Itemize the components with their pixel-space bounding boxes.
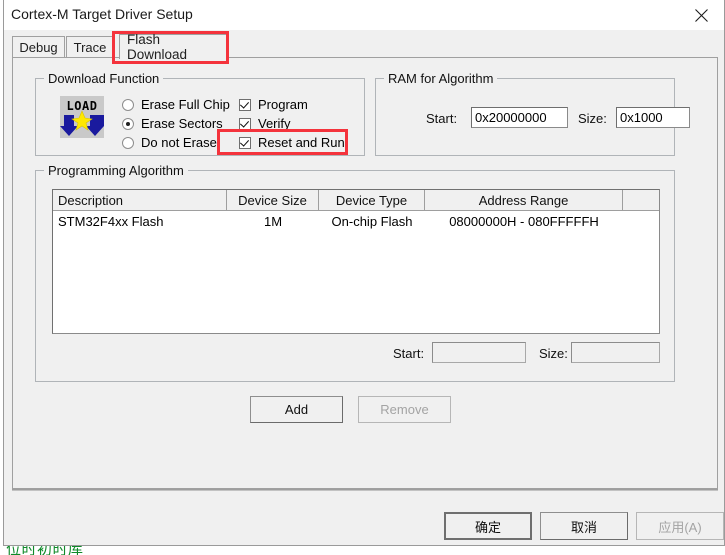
ram-start-input[interactable]: 0x20000000 <box>471 107 568 128</box>
close-icon[interactable] <box>678 0 724 30</box>
footer-divider <box>12 489 718 491</box>
column-header-description[interactable]: Description <box>53 190 227 210</box>
cell-device-type: On-chip Flash <box>331 213 413 229</box>
radio-indicator <box>122 98 134 111</box>
checkbox-program[interactable]: Program <box>239 97 308 112</box>
cell-description: STM32F4xx Flash <box>58 213 164 229</box>
ram-for-algorithm-group: RAM for Algorithm Start: 0x20000000 Size… <box>375 71 690 156</box>
cortex-m-target-driver-setup-dialog: Cortex-M Target Driver Setup Debug Trace… <box>3 0 725 546</box>
algo-size-input[interactable] <box>571 342 660 363</box>
ram-size-label: Size: <box>578 111 607 126</box>
download-function-group-title: Download Function <box>44 71 164 86</box>
table-row[interactable]: STM32F4xx Flash 1M On-chip Flash 0800000… <box>53 211 659 231</box>
checkbox-reset-and-run-label: Reset and Run <box>258 135 345 150</box>
tab-strip: Debug Trace Flash Download <box>12 32 718 62</box>
tab-flash-download[interactable]: Flash Download <box>119 32 227 62</box>
checkbox-indicator <box>239 136 251 149</box>
cancel-button-label: 取消 <box>570 519 597 535</box>
download-function-group: Download Function LOAD Erase Full Chip E… <box>35 71 365 156</box>
title-bar: Cortex-M Target Driver Setup <box>4 0 724 30</box>
remove-button-label: Remove <box>380 402 429 417</box>
column-header-device-size[interactable]: Device Size <box>227 190 319 210</box>
tab-debug-label: Debug <box>19 40 58 55</box>
window-title: Cortex-M Target Driver Setup <box>11 6 193 22</box>
flash-download-tab-page: Download Function LOAD Erase Full Chip E… <box>12 57 718 489</box>
column-header-address-range[interactable]: Address Range <box>425 190 623 210</box>
apply-button[interactable]: 应用(A) <box>636 512 724 540</box>
algo-start-input[interactable] <box>432 342 526 363</box>
add-button-label: Add <box>284 402 309 417</box>
checkbox-verify[interactable]: Verify <box>239 116 291 131</box>
programming-algorithm-group-title: Programming Algorithm <box>44 163 188 178</box>
tab-debug[interactable]: Debug <box>12 36 65 58</box>
radio-do-not-erase[interactable]: Do not Erase <box>122 135 217 150</box>
checkbox-program-label: Program <box>258 97 308 112</box>
ram-size-input[interactable]: 0x1000 <box>616 107 690 128</box>
column-header-device-type[interactable]: Device Type <box>319 190 425 210</box>
add-button[interactable]: Add <box>250 396 343 423</box>
load-icon: LOAD <box>60 96 104 138</box>
checkbox-verify-label: Verify <box>258 116 291 131</box>
table-header-row: Description Device Size Device Type Addr… <box>53 190 659 211</box>
radio-do-not-erase-label: Do not Erase <box>141 135 217 150</box>
radio-indicator <box>122 136 134 149</box>
ram-start-label: Start: <box>426 111 458 126</box>
apply-button-label: 应用(A) <box>658 519 702 535</box>
algo-size-label: Size: <box>539 346 568 361</box>
ok-button[interactable]: 确定 <box>444 512 532 540</box>
radio-erase-full-chip[interactable]: Erase Full Chip <box>122 97 230 112</box>
ram-for-algorithm-group-title: RAM for Algorithm <box>384 71 498 86</box>
checkbox-indicator <box>239 98 251 111</box>
radio-erase-sectors[interactable]: Erase Sectors <box>122 116 223 131</box>
cancel-button[interactable]: 取消 <box>540 512 628 540</box>
algo-start-label: Start: <box>393 346 425 361</box>
cell-device-size: 1M <box>263 213 283 229</box>
radio-erase-sectors-label: Erase Sectors <box>141 116 223 131</box>
checkbox-indicator <box>239 117 251 130</box>
cell-spacer <box>623 211 659 231</box>
radio-indicator <box>122 117 134 130</box>
ok-button-label: 确定 <box>474 519 501 535</box>
remove-button[interactable]: Remove <box>358 396 451 423</box>
programming-algorithm-list[interactable]: Description Device Size Device Type Addr… <box>52 189 660 334</box>
programming-algorithm-group: Programming Algorithm Description Device… <box>35 163 675 382</box>
checkbox-reset-and-run[interactable]: Reset and Run <box>239 135 345 150</box>
tab-flash-download-label: Flash Download <box>127 32 188 62</box>
tab-trace[interactable]: Trace <box>66 36 114 58</box>
cell-address-range: 08000000H - 080FFFFFH <box>449 213 599 229</box>
radio-erase-full-chip-label: Erase Full Chip <box>141 97 230 112</box>
tab-trace-label: Trace <box>73 40 107 55</box>
column-header-spacer[interactable] <box>623 190 659 210</box>
